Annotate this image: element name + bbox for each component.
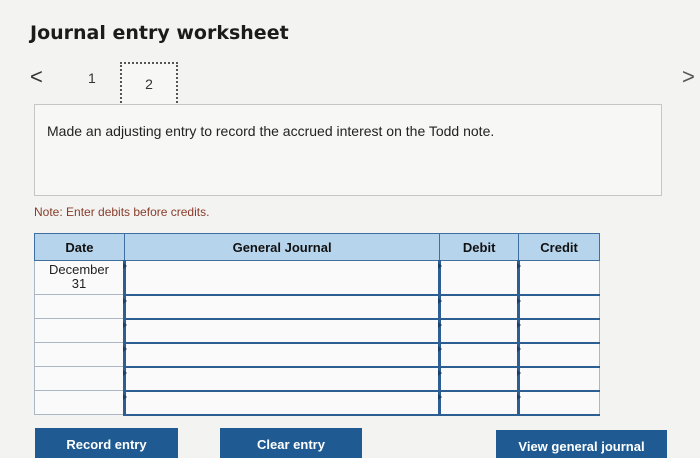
journal-header-row: Date General Journal Debit Credit: [34, 233, 600, 261]
credit-input[interactable]: [517, 318, 600, 344]
record-entry-button[interactable]: Record entry: [35, 428, 178, 458]
view-general-journal-button[interactable]: View general journal: [496, 430, 667, 458]
account-input[interactable]: [122, 366, 441, 392]
date-cell: [34, 318, 125, 343]
journal-table: Date General Journal Debit Credit Decemb…: [34, 233, 600, 416]
table-row: December 31: [34, 260, 600, 296]
credit-header: Credit: [518, 233, 600, 261]
debit-input[interactable]: [438, 318, 520, 344]
table-row: [34, 366, 600, 392]
date-value: December 31: [48, 262, 109, 291]
instruction-text: Made an adjusting entry to record the ac…: [47, 123, 495, 139]
instruction-box: Made an adjusting entry to record the ac…: [34, 104, 662, 196]
credit-input[interactable]: [517, 390, 600, 416]
debit-input[interactable]: [438, 342, 520, 368]
table-row: [34, 342, 600, 368]
page-tab-2[interactable]: 2: [120, 62, 178, 106]
date-cell: [34, 366, 125, 391]
chevron-left-icon[interactable]: <: [30, 66, 43, 88]
account-input[interactable]: [122, 294, 441, 320]
chevron-right-icon[interactable]: >: [682, 66, 695, 88]
credit-input[interactable]: [517, 260, 600, 296]
account-input[interactable]: [122, 318, 441, 344]
credit-input[interactable]: [517, 294, 600, 320]
account-input[interactable]: [122, 390, 441, 416]
page-tab-2-label: 2: [145, 76, 153, 92]
debit-input[interactable]: [438, 260, 520, 296]
account-input[interactable]: [122, 260, 441, 296]
page-title: Journal entry worksheet: [30, 22, 289, 44]
debit-input[interactable]: [438, 390, 520, 416]
debit-input[interactable]: [438, 366, 520, 392]
date-header: Date: [34, 233, 125, 261]
table-row: [34, 294, 600, 320]
table-row: [34, 318, 600, 344]
debit-input[interactable]: [438, 294, 520, 320]
date-cell: [34, 342, 125, 367]
date-cell: [34, 294, 125, 319]
clear-entry-button[interactable]: Clear entry: [220, 428, 362, 458]
general-journal-header: General Journal: [123, 233, 441, 261]
date-cell: [34, 390, 125, 415]
credit-input[interactable]: [517, 342, 600, 368]
debit-header: Debit: [439, 233, 520, 261]
account-input[interactable]: [122, 342, 441, 368]
credit-input[interactable]: [517, 366, 600, 392]
date-cell: December 31: [34, 260, 125, 295]
note-text: Note: Enter debits before credits.: [34, 205, 210, 219]
table-row: [34, 390, 600, 416]
page-tab-1[interactable]: 1: [88, 70, 96, 86]
